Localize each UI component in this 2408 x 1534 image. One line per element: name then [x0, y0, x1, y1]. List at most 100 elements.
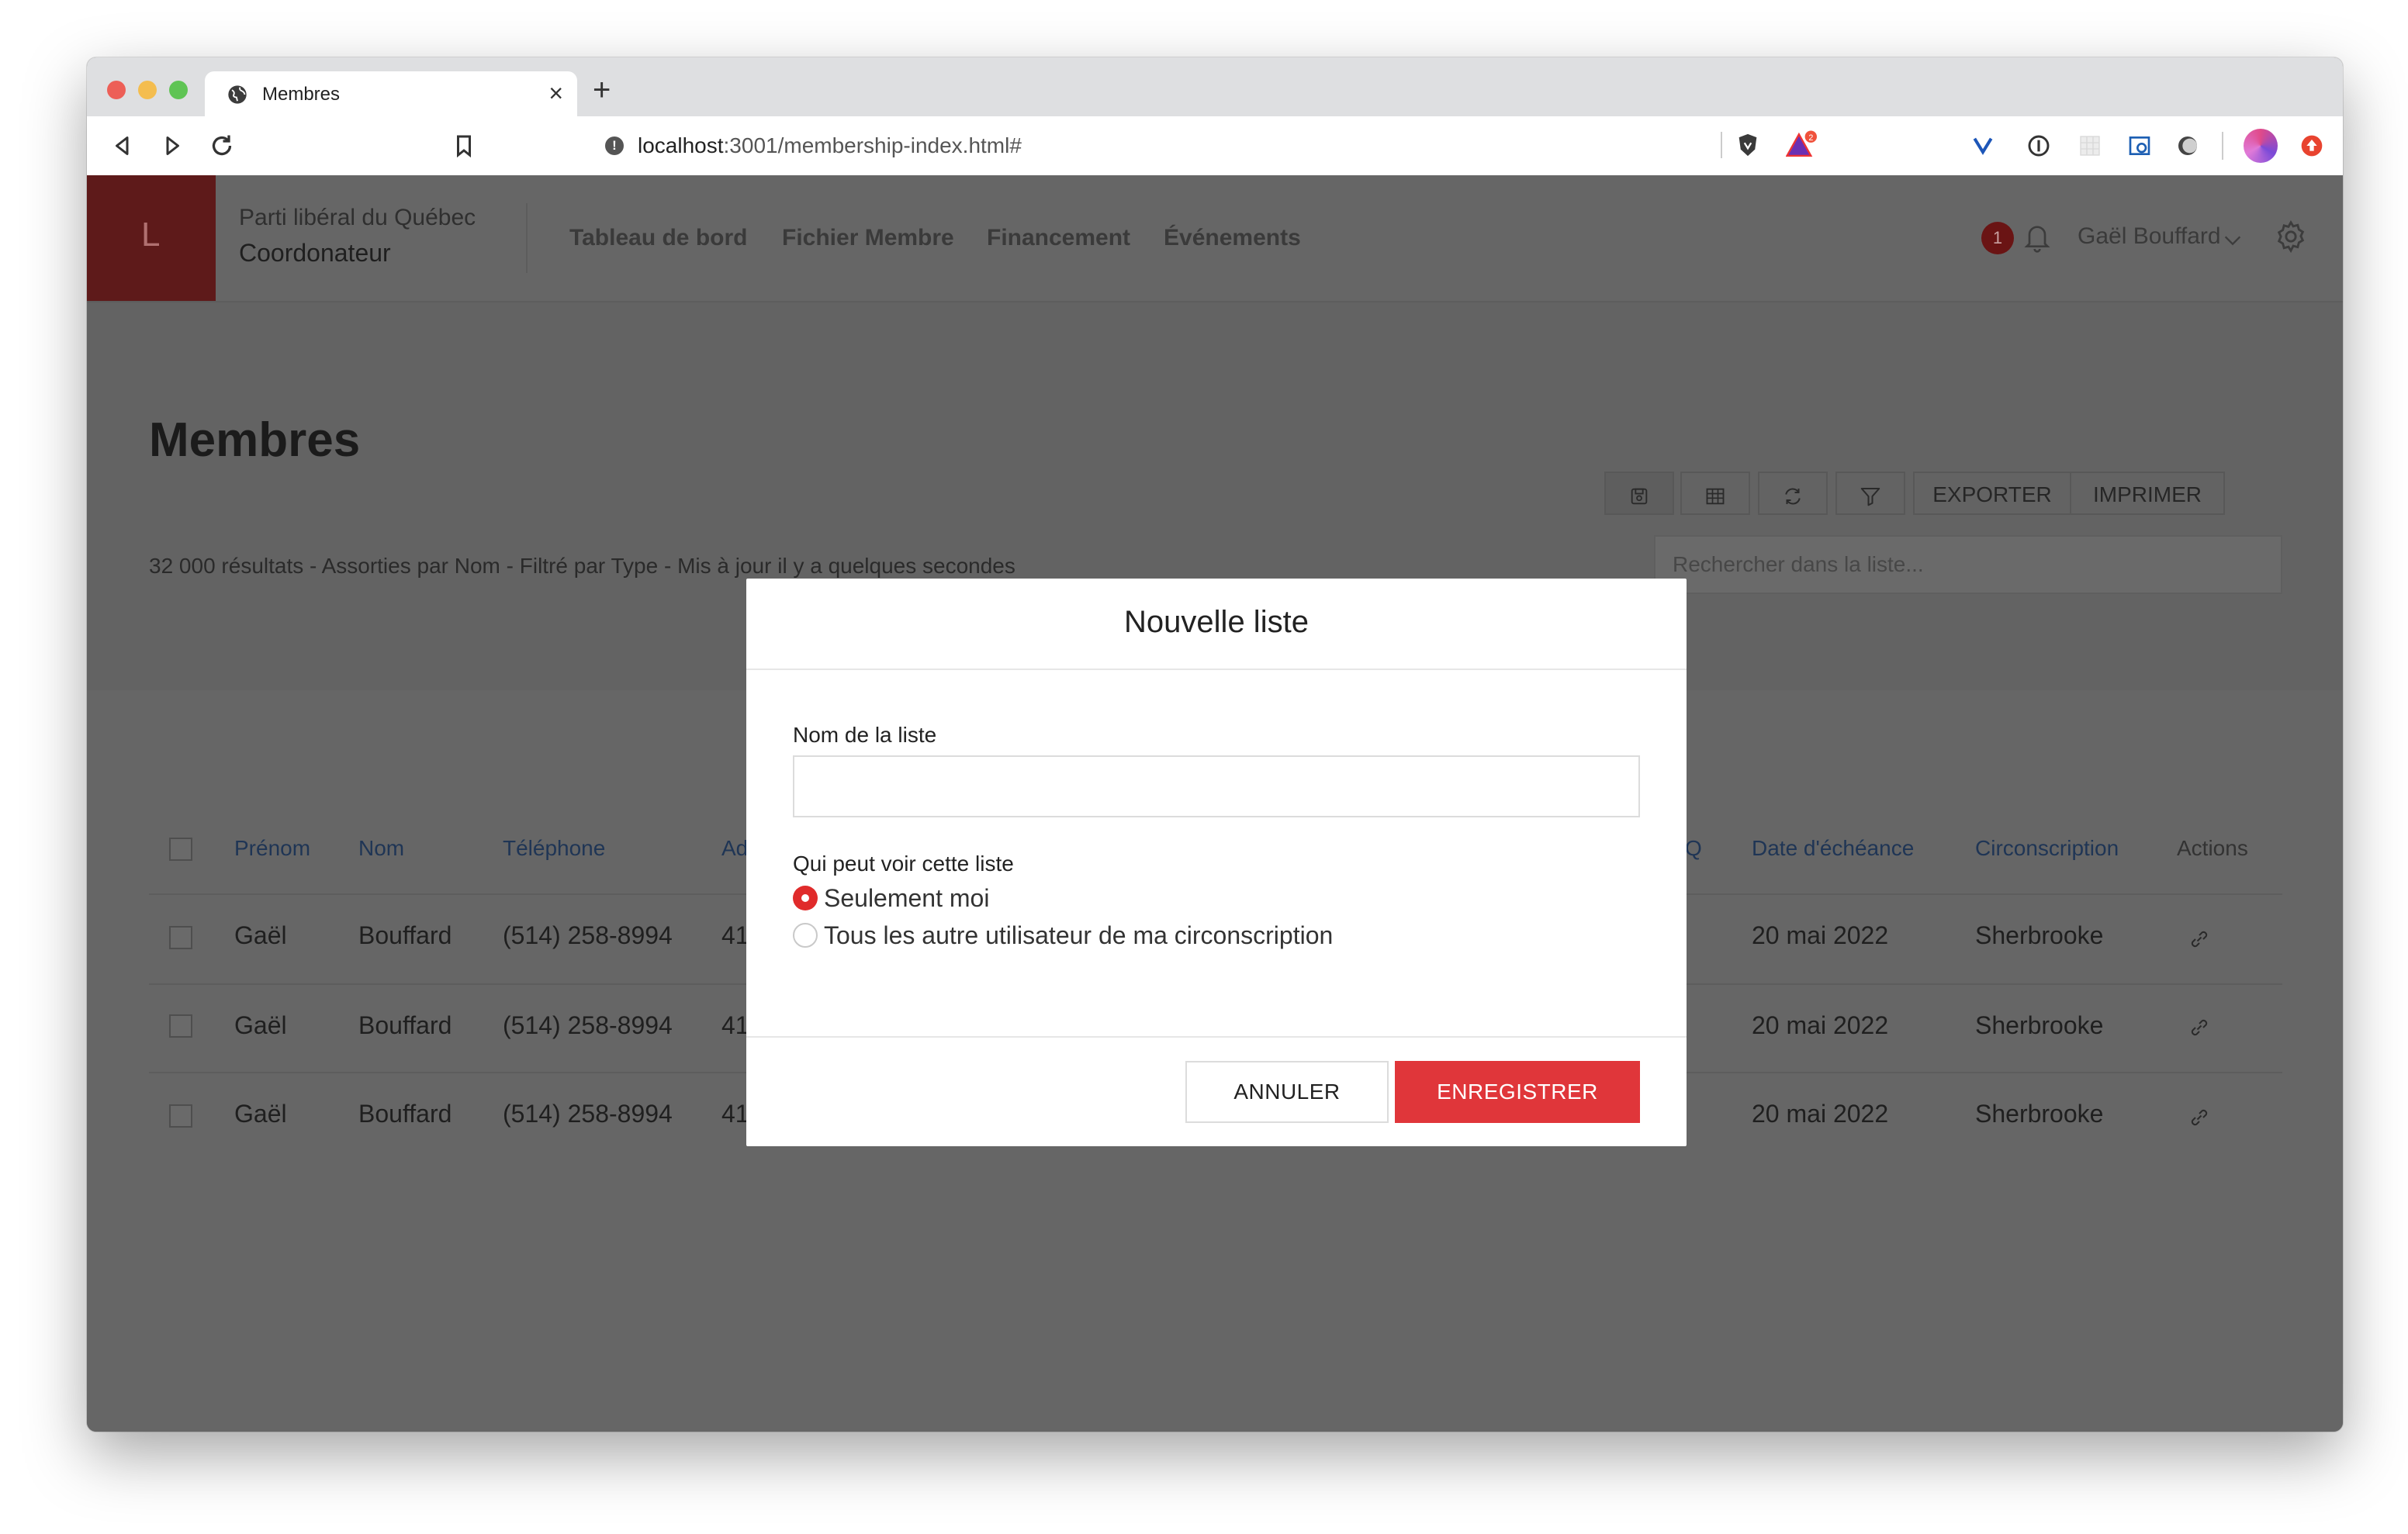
bell-icon[interactable]	[2022, 220, 2053, 254]
print-button[interactable]: IMPRIMER	[2070, 472, 2225, 515]
cell-phone: (514) 258-8994	[503, 921, 673, 949]
cell-riding: Sherbrooke	[1975, 1100, 2104, 1128]
onepassword-extension-icon[interactable]	[2026, 133, 2051, 158]
link-icon[interactable]	[2188, 928, 2211, 951]
back-icon[interactable]	[109, 132, 137, 160]
brave-shield-icon[interactable]	[1735, 132, 1761, 158]
filter-icon	[1860, 487, 1880, 506]
column-header-partial[interactable]: Q	[1685, 836, 1702, 861]
modal-title: Nouvelle liste	[1124, 605, 1309, 639]
yoast-extension-icon[interactable]	[1970, 133, 1995, 158]
forward-icon[interactable]	[158, 132, 186, 160]
nav-evenements[interactable]: Événements	[1164, 225, 1301, 251]
column-header-actions: Actions	[2177, 836, 2248, 860]
cell-address: 41	[721, 921, 749, 949]
refresh-icon	[1785, 488, 1801, 505]
toolbar-divider	[2222, 132, 2223, 160]
bookmark-icon[interactable]	[450, 132, 478, 160]
cell-last-name: Bouffard	[358, 1011, 452, 1039]
close-tab-icon[interactable]: ×	[548, 79, 563, 108]
cell-riding: Sherbrooke	[1975, 1011, 2104, 1039]
cell-last-name: Bouffard	[358, 1100, 452, 1128]
dark-mode-extension-icon[interactable]	[2175, 133, 2200, 158]
link-icon[interactable]	[2188, 1016, 2211, 1039]
cell-phone: (514) 258-8994	[503, 1011, 673, 1039]
profile-avatar[interactable]	[2244, 129, 2278, 163]
header-divider	[526, 203, 528, 273]
column-header-phone[interactable]: Téléphone	[503, 836, 605, 861]
user-menu[interactable]: Gaël Bouffard	[2078, 223, 2221, 250]
radio-unselected[interactable]	[793, 923, 818, 948]
header-bottom-border	[87, 301, 2343, 302]
site-info-icon[interactable]: !	[605, 136, 624, 155]
brand-logo[interactable]: L	[87, 175, 216, 301]
row-checkbox[interactable]	[169, 1104, 192, 1128]
rewards-icon[interactable]: 2	[1786, 130, 1817, 160]
cell-first-name: Gaël	[234, 1011, 287, 1039]
cell-due-date: 20 mai 2022	[1752, 921, 1889, 949]
column-header-due-date[interactable]: Date d'échéance	[1752, 836, 1914, 861]
refresh-button[interactable]	[1758, 472, 1828, 515]
column-header-address[interactable]: Ad	[721, 836, 748, 861]
tab-title: Membres	[262, 84, 341, 105]
save-list-button[interactable]	[1604, 472, 1674, 515]
close-window-button[interactable]	[107, 81, 126, 99]
nav-tableau-de-bord[interactable]: Tableau de bord	[569, 225, 747, 251]
save-icon	[1631, 488, 1648, 504]
url-text: localhost:3001/membership-index.html#	[638, 133, 1022, 157]
option-label: Seulement moi	[824, 884, 990, 912]
search-placeholder: Rechercher dans la liste...	[1673, 552, 1924, 576]
column-header-first-name[interactable]: Prénom	[234, 836, 310, 861]
brand-letter: L	[141, 216, 161, 254]
new-list-modal: Nouvelle liste Nom de la liste Qui peut …	[746, 579, 1687, 1146]
minimize-window-button[interactable]	[138, 81, 157, 99]
modal-footer-divider	[746, 1036, 1687, 1038]
update-icon[interactable]	[2299, 133, 2324, 158]
grid-extension-icon[interactable]	[2078, 133, 2102, 158]
cell-last-name: Bouffard	[358, 921, 452, 949]
cell-phone: (514) 258-8994	[503, 1100, 673, 1128]
maximize-window-button[interactable]	[169, 81, 188, 99]
app: L Parti libéral du Québec Coordonateur T…	[87, 175, 2343, 1432]
cancel-button[interactable]: ANNULER	[1185, 1061, 1389, 1123]
list-name-label: Nom de la liste	[793, 723, 937, 747]
cell-due-date: 20 mai 2022	[1752, 1100, 1889, 1128]
reload-icon[interactable]	[208, 132, 236, 160]
radio-selected[interactable]	[793, 886, 818, 910]
user-role: Coordonateur	[239, 239, 391, 267]
nav-financement[interactable]: Financement	[987, 225, 1130, 251]
cell-address: 41	[721, 1100, 749, 1128]
tab-strip: Membres × +	[87, 57, 2343, 116]
column-header-last-name[interactable]: Nom	[358, 836, 404, 861]
cell-first-name: Gaël	[234, 1100, 287, 1128]
globe-icon	[228, 85, 247, 104]
modal-header-divider	[746, 669, 1687, 670]
browser-tab[interactable]: Membres ×	[205, 71, 577, 116]
select-all-checkbox[interactable]	[169, 838, 192, 861]
screenshot-extension-icon[interactable]	[2127, 133, 2152, 158]
list-search-input[interactable]: Rechercher dans la liste...	[1654, 535, 2282, 594]
new-tab-icon[interactable]: +	[593, 73, 611, 108]
cell-due-date: 20 mai 2022	[1752, 1011, 1889, 1039]
column-header-riding[interactable]: Circonscription	[1975, 836, 2119, 861]
filter-button[interactable]	[1835, 472, 1905, 515]
row-checkbox[interactable]	[169, 926, 192, 949]
nav-fichier-membre[interactable]: Fichier Membre	[782, 225, 954, 251]
browser-toolbar: ! localhost:3001/membership-index.html# …	[87, 116, 2343, 176]
columns-button[interactable]	[1680, 472, 1750, 515]
chevron-down-icon[interactable]	[2222, 230, 2244, 251]
cell-riding: Sherbrooke	[1975, 921, 2104, 949]
organization-name: Parti libéral du Québec	[239, 205, 476, 230]
rewards-badge: 2	[1808, 133, 1813, 143]
address-bar[interactable]: ! localhost:3001/membership-index.html# …	[506, 123, 1832, 168]
cell-address: 41	[721, 1011, 749, 1039]
row-checkbox[interactable]	[169, 1014, 192, 1038]
gear-icon[interactable]	[2273, 219, 2309, 254]
link-icon[interactable]	[2188, 1106, 2211, 1129]
visibility-label: Qui peut voir cette liste	[793, 852, 1014, 876]
notification-badge[interactable]: 1	[1981, 222, 2014, 254]
list-name-input[interactable]	[793, 755, 1640, 817]
results-summary: 32 000 résultats - Assorties par Nom - F…	[149, 554, 1015, 578]
save-button[interactable]: ENREGISTRER	[1395, 1061, 1640, 1123]
export-button[interactable]: EXPORTER	[1913, 472, 2071, 515]
